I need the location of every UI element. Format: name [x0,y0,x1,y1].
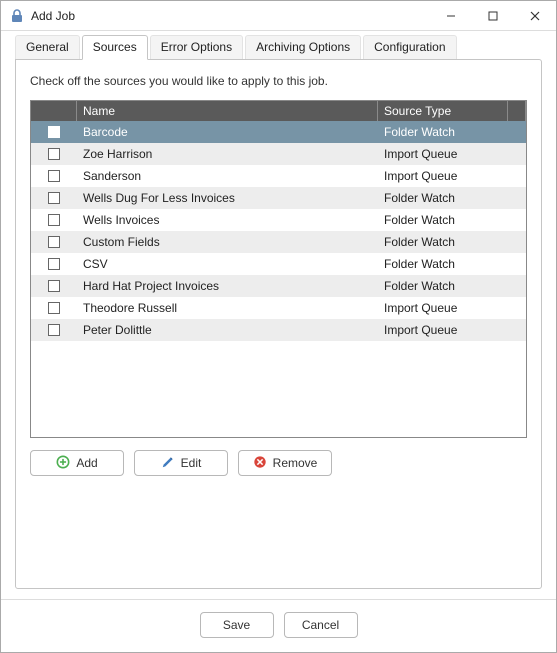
row-source-type: Folder Watch [378,125,526,139]
window-controls [430,1,556,30]
content-area: General Sources Error Options Archiving … [1,31,556,599]
column-header-check[interactable] [31,101,77,121]
row-name: Peter Dolittle [77,323,378,337]
row-name: Wells Dug For Less Invoices [77,191,378,205]
row-name: Zoe Harrison [77,147,378,161]
tab-bar: General Sources Error Options Archiving … [15,35,542,60]
window-title: Add Job [31,9,430,23]
checkbox-icon[interactable] [48,148,60,160]
cancel-button-label: Cancel [302,618,339,632]
checkbox-icon[interactable] [48,214,60,226]
row-name: Theodore Russell [77,301,378,315]
minimize-button[interactable] [430,1,472,30]
pencil-icon [161,455,175,472]
row-source-type: Folder Watch [378,191,526,205]
dialog-footer: Save Cancel [1,599,556,652]
close-button[interactable] [514,1,556,30]
checkbox-icon[interactable] [48,236,60,248]
remove-button-label: Remove [273,456,318,470]
add-button-label: Add [76,456,97,470]
row-source-type: Import Queue [378,147,526,161]
row-source-type: Folder Watch [378,235,526,249]
edit-button[interactable]: Edit [134,450,228,476]
row-checkbox-cell[interactable] [31,126,77,138]
row-checkbox-cell[interactable] [31,324,77,336]
row-name: Sanderson [77,169,378,183]
add-button[interactable]: Add [30,450,124,476]
table-row[interactable]: CSVFolder Watch [31,253,526,275]
table-row[interactable]: Theodore RussellImport Queue [31,297,526,319]
cancel-button[interactable]: Cancel [284,612,358,638]
grid-actions: Add Edit Remove [30,450,527,476]
row-checkbox-cell[interactable] [31,192,77,204]
checkbox-icon[interactable] [48,280,60,292]
row-name: Custom Fields [77,235,378,249]
tab-panel-sources: Check off the sources you would like to … [15,59,542,589]
row-source-type: Import Queue [378,169,526,183]
edit-button-label: Edit [181,456,202,470]
tab-error-options[interactable]: Error Options [150,35,243,60]
row-source-type: Import Queue [378,301,526,315]
grid-body[interactable]: BarcodeFolder WatchZoe HarrisonImport Qu… [31,121,526,437]
row-checkbox-cell[interactable] [31,280,77,292]
table-row[interactable]: Zoe HarrisonImport Queue [31,143,526,165]
checkbox-icon[interactable] [48,170,60,182]
table-row[interactable]: Custom FieldsFolder Watch [31,231,526,253]
table-row[interactable]: Wells Dug For Less InvoicesFolder Watch [31,187,526,209]
row-checkbox-cell[interactable] [31,148,77,160]
row-name: Wells Invoices [77,213,378,227]
checkbox-icon[interactable] [48,192,60,204]
checkbox-icon[interactable] [48,258,60,270]
table-row[interactable]: SandersonImport Queue [31,165,526,187]
row-name: Barcode [77,125,378,139]
table-row[interactable]: Peter DolittleImport Queue [31,319,526,341]
row-checkbox-cell[interactable] [31,214,77,226]
row-name: Hard Hat Project Invoices [77,279,378,293]
remove-button[interactable]: Remove [238,450,332,476]
title-bar: Add Job [1,1,556,31]
row-checkbox-cell[interactable] [31,170,77,182]
lock-icon [9,8,25,24]
tab-general[interactable]: General [15,35,80,60]
checkbox-icon[interactable] [48,126,60,138]
column-header-name[interactable]: Name [77,101,378,121]
table-row[interactable]: Wells InvoicesFolder Watch [31,209,526,231]
grid-header: Name Source Type [31,101,526,121]
table-row[interactable]: Hard Hat Project InvoicesFolder Watch [31,275,526,297]
row-name: CSV [77,257,378,271]
row-source-type: Folder Watch [378,257,526,271]
plus-circle-icon [56,455,70,472]
table-row[interactable]: BarcodeFolder Watch [31,121,526,143]
checkbox-icon[interactable] [48,324,60,336]
column-header-end [508,101,526,121]
row-checkbox-cell[interactable] [31,236,77,248]
tab-archiving-options[interactable]: Archiving Options [245,35,361,60]
row-source-type: Folder Watch [378,279,526,293]
maximize-button[interactable] [472,1,514,30]
x-circle-icon [253,455,267,472]
checkbox-icon[interactable] [48,302,60,314]
tab-sources[interactable]: Sources [82,35,148,60]
row-checkbox-cell[interactable] [31,302,77,314]
tab-configuration[interactable]: Configuration [363,35,456,60]
column-header-source-type[interactable]: Source Type [378,101,508,121]
save-button[interactable]: Save [200,612,274,638]
row-checkbox-cell[interactable] [31,258,77,270]
row-source-type: Folder Watch [378,213,526,227]
sources-grid: Name Source Type BarcodeFolder WatchZoe … [30,100,527,438]
instruction-text: Check off the sources you would like to … [30,74,527,88]
row-source-type: Import Queue [378,323,526,337]
save-button-label: Save [223,618,250,632]
